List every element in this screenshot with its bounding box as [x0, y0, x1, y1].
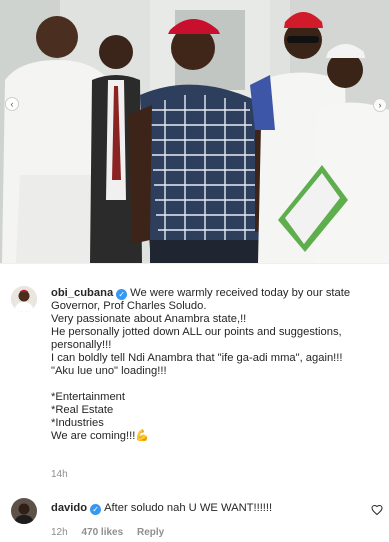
avatar[interactable] [11, 286, 37, 312]
caption-line: *Industries [51, 417, 104, 429]
comment-meta: 12h 470 likes Reply [51, 527, 175, 538]
caption-line: *Real Estate [51, 404, 114, 416]
carousel-prev-button[interactable]: ‹ [5, 97, 19, 111]
caption-line: "Aku lue uno" loading!!! [51, 365, 167, 377]
caption-username[interactable]: obi_cubana [51, 287, 113, 299]
flexed-biceps-emoji: 💪 [135, 430, 150, 442]
avatar-image [11, 498, 37, 524]
comment-timestamp[interactable]: 12h [51, 527, 68, 538]
comment: davido ✓ After soludo nah U WE WANT!!!!!! [51, 502, 272, 515]
comment-username[interactable]: davido [51, 502, 87, 514]
caption-line: I can boldly tell Ndi Anambra that "ife … [51, 352, 343, 364]
caption-line: We are coming!!! [51, 430, 136, 442]
chevron-right-icon: › [378, 99, 382, 110]
avatar-image [11, 286, 37, 312]
reply-button[interactable]: Reply [137, 527, 164, 538]
carousel-next-button[interactable]: › [373, 98, 387, 112]
caption-timestamp[interactable]: 14h [51, 469, 68, 480]
comment-likes[interactable]: 470 likes [81, 527, 123, 538]
caption-line: Governor, Prof Charles Soludo. [51, 300, 207, 312]
caption-line: *Entertainment [51, 391, 126, 403]
caption-line: personally!!! [51, 339, 112, 351]
heart-outline-icon[interactable] [371, 504, 383, 516]
photo-illustration [0, 0, 389, 263]
chevron-left-icon: ‹ [10, 98, 14, 109]
comment-avatar[interactable] [11, 498, 37, 524]
caption-text: obi_cubana ✓ We were warmly received today… [51, 287, 376, 443]
caption-line: We were warmly received today by our sta… [130, 287, 351, 299]
caption-line: Very passionate about Anambra state,!! [51, 313, 247, 325]
post-caption: obi_cubana ✓ We were warmly received today… [0, 263, 389, 538]
verified-badge-icon: ✓ [116, 289, 128, 300]
post-photo[interactable]: ‹ › [0, 0, 389, 263]
caption-line: He personally jotted down ALL our points… [51, 326, 342, 338]
verified-badge-icon: ✓ [90, 504, 102, 515]
comment-text: After soludo nah U WE WANT!!!!!! [104, 502, 273, 514]
